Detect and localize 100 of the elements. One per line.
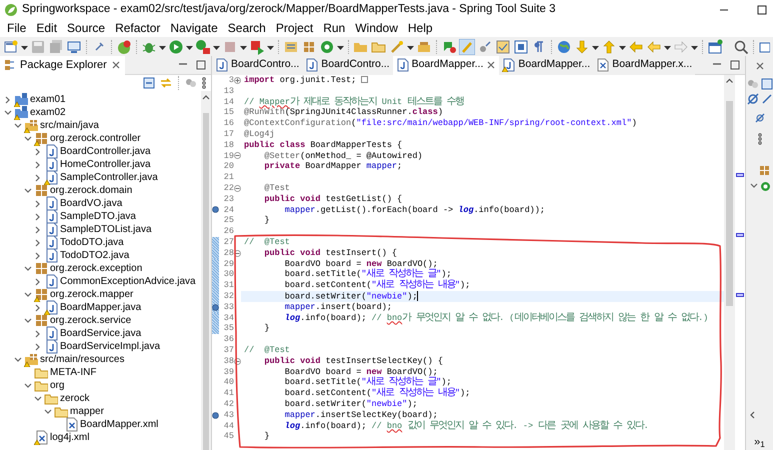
overflow-views-button[interactable]: »$_{1}$: [754, 434, 765, 450]
chevron-icon[interactable]: [33, 277, 42, 286]
tree-item[interactable]: SampleDTOList.java: [60, 223, 152, 236]
annotation-mark-icon[interactable]: [736, 233, 744, 237]
tree-item[interactable]: TodoDTO.java: [60, 236, 124, 249]
tree-item[interactable]: org.zerock.controller: [50, 132, 141, 145]
chevron-icon[interactable]: [3, 108, 12, 117]
tree-item[interactable]: exam01: [30, 93, 66, 106]
tree-item[interactable]: src/main/resources: [40, 353, 124, 366]
chevron-icon[interactable]: [33, 225, 42, 234]
tree-item[interactable]: org.zerock.domain: [50, 184, 132, 197]
block-selection-icon[interactable]: [513, 38, 529, 54]
task-icon[interactable]: [495, 38, 511, 54]
menu-item[interactable]: Help: [402, 19, 438, 37]
fold-collapse-icon[interactable]: [234, 250, 241, 257]
chevron-icon[interactable]: [33, 212, 42, 221]
menu-item[interactable]: Navigate: [165, 19, 223, 37]
tree-item[interactable]: BoardServiceImpl.java: [60, 340, 160, 353]
chevron-icon[interactable]: [3, 95, 12, 104]
chevron-icon[interactable]: [33, 160, 42, 169]
editor-tab[interactable]: BoardMapper...: [499, 56, 594, 74]
close-icon[interactable]: [110, 60, 121, 70]
menu-item[interactable]: Edit: [31, 19, 62, 37]
new-icon[interactable]: [3, 38, 19, 54]
annotation-mark-icon[interactable]: [736, 173, 744, 177]
chevron-icon[interactable]: [33, 238, 42, 247]
tree-item[interactable]: BoardMapper.xml: [80, 418, 158, 431]
folded-code-icon[interactable]: [361, 75, 368, 84]
close-icon[interactable]: [486, 60, 496, 70]
maximize-icon[interactable]: [755, 2, 769, 16]
hide-fields-icon[interactable]: [746, 93, 758, 105]
monitor-icon[interactable]: [66, 38, 82, 54]
mark-occurrences-icon[interactable]: [477, 38, 493, 54]
tree-item[interactable]: src/main/java: [40, 119, 99, 132]
menu-item[interactable]: Refactor: [110, 19, 166, 37]
tree-item[interactable]: SampleController.java: [60, 171, 158, 184]
editor-tab[interactable]: BoardContro...: [212, 56, 302, 74]
chevron-icon[interactable]: [13, 355, 22, 364]
chevron-icon[interactable]: [33, 394, 42, 403]
tree-item[interactable]: BoardController.java: [60, 145, 151, 158]
tree-item[interactable]: exam02: [30, 106, 66, 119]
chevron-icon[interactable]: [33, 342, 42, 351]
close-icon[interactable]: [754, 60, 764, 70]
tree-item[interactable]: org.zerock.service: [50, 314, 132, 327]
perspective-icon[interactable]: [707, 38, 723, 54]
tree-item[interactable]: CommonExceptionAdvice.java: [60, 275, 196, 288]
chevron-icon[interactable]: [33, 329, 42, 338]
menu-item[interactable]: File: [2, 19, 32, 37]
chevron-icon[interactable]: [33, 173, 42, 182]
view-menu-icon[interactable]: [201, 76, 207, 90]
chevron-icon[interactable]: [748, 181, 758, 190]
hide-nonpublic-icon[interactable]: [754, 112, 766, 124]
hide-static-icon[interactable]: [760, 93, 772, 105]
view-menu-icon[interactable]: [756, 132, 762, 145]
globe-icon[interactable]: [556, 38, 572, 54]
scrollbar-thumb[interactable]: [726, 101, 733, 306]
tree-item[interactable]: BoardService.java: [60, 327, 142, 340]
tree-item[interactable]: SampleDTO.java: [60, 210, 136, 223]
maximize-icon[interactable]: [195, 59, 207, 71]
chevron-icon[interactable]: [33, 147, 42, 156]
fold-collapse-icon[interactable]: [234, 184, 241, 192]
chevron-icon[interactable]: [43, 407, 52, 416]
editor-tab[interactable]: BoardMapper.x...: [593, 56, 696, 74]
scrollbar-thumb[interactable]: [203, 113, 209, 450]
fold-expand-icon[interactable]: [234, 76, 241, 84]
tree-item[interactable]: TodoDTO2.java: [60, 249, 130, 262]
tree-item[interactable]: zerock: [60, 392, 90, 405]
fold-collapse-icon[interactable]: [234, 358, 241, 365]
chevron-icon[interactable]: [33, 199, 42, 208]
spring-boot-icon[interactable]: [116, 38, 132, 54]
annotation-mark-icon[interactable]: [736, 293, 744, 297]
chevron-icon[interactable]: [23, 264, 32, 273]
tree-item[interactable]: BoardVO.java: [60, 197, 122, 210]
chevron-icon[interactable]: [23, 316, 32, 325]
chevron-icon[interactable]: [23, 290, 32, 299]
tree-item[interactable]: org.zerock.mapper: [50, 288, 134, 301]
chevron-icon[interactable]: [23, 186, 32, 195]
menu-item[interactable]: Search: [222, 19, 271, 37]
tree-item[interactable]: BoardMapper.java: [60, 301, 142, 314]
menu-item[interactable]: Window: [350, 19, 403, 37]
tree-item[interactable]: org: [50, 379, 64, 392]
chevron-icon[interactable]: [33, 303, 42, 312]
view-tab[interactable]: Package Explorer: [0, 56, 125, 74]
collapse-all-icon[interactable]: [760, 78, 772, 90]
editor-tab[interactable]: BoardContro...: [302, 56, 393, 74]
menu-item[interactable]: Run: [318, 19, 350, 37]
menu-item[interactable]: Source: [62, 19, 110, 37]
scroll-left-icon[interactable]: [748, 410, 756, 420]
tree-item[interactable]: org.zerock.exception: [50, 262, 142, 275]
tree-item[interactable]: mapper: [70, 405, 104, 418]
maximize-icon[interactable]: [729, 59, 741, 71]
deploy-icon[interactable]: [249, 38, 265, 54]
run-server-icon[interactable]: [195, 38, 211, 54]
collapse-all-icon[interactable]: [142, 76, 156, 90]
editor-tab[interactable]: BoardMapper...: [392, 56, 500, 74]
chevron-icon[interactable]: [33, 251, 42, 260]
chevron-icon[interactable]: [23, 134, 32, 143]
chevron-icon[interactable]: [23, 381, 32, 390]
tree-item[interactable]: META-INF: [50, 366, 96, 379]
menu-item[interactable]: Project: [270, 19, 318, 37]
